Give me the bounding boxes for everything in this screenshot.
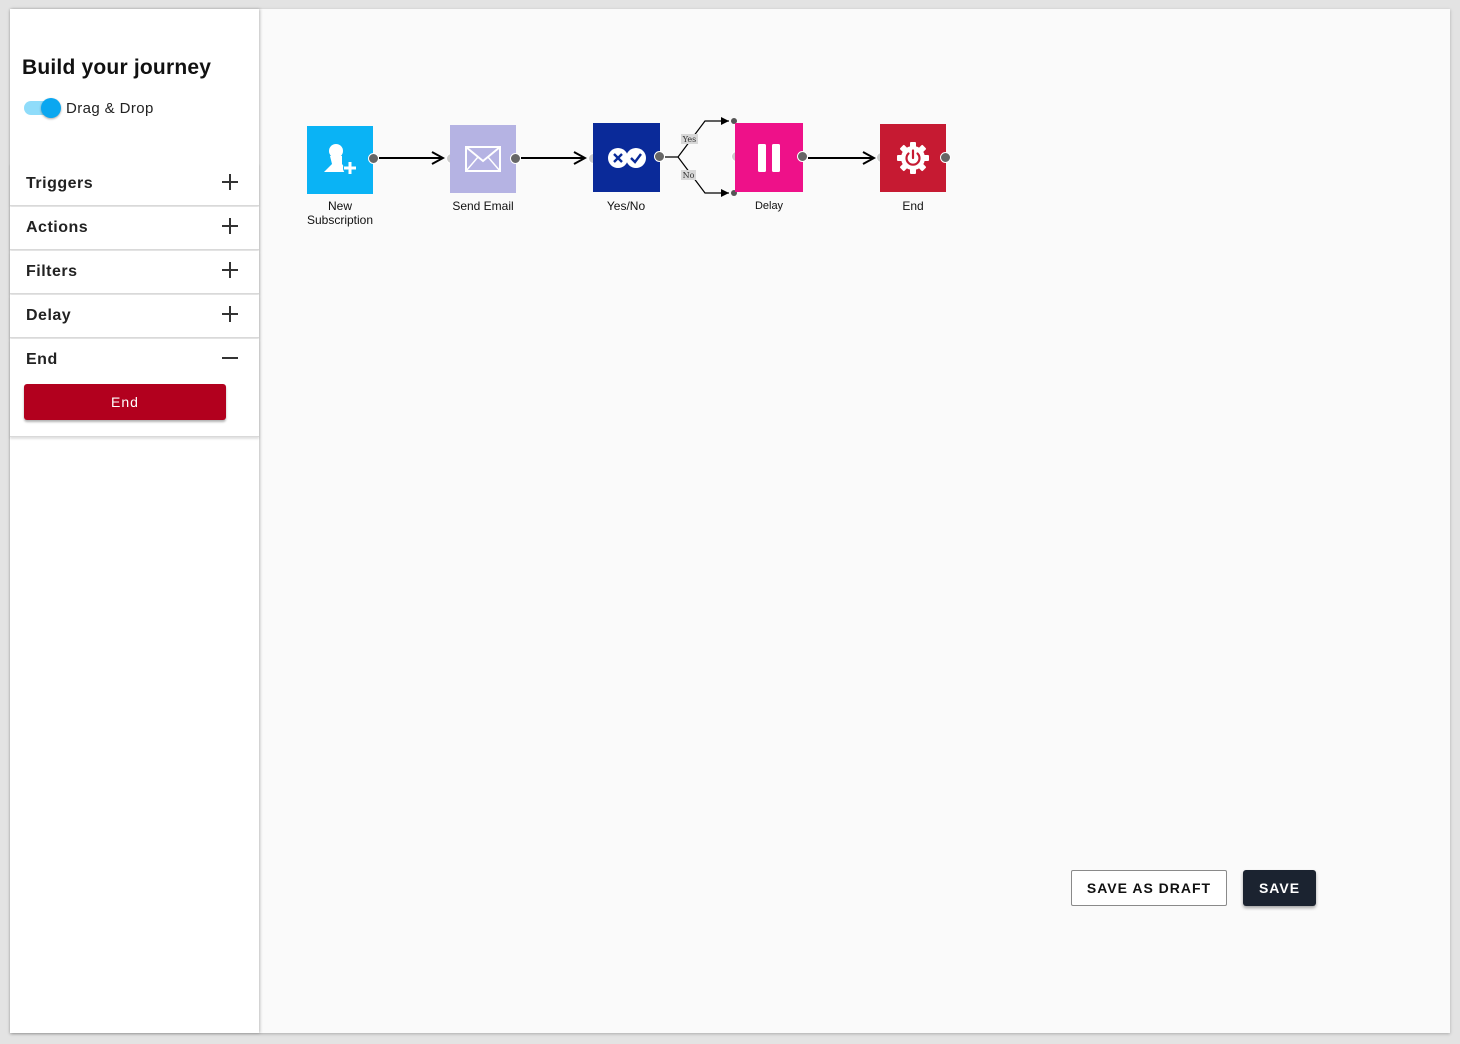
node-yes-no[interactable] <box>593 123 660 192</box>
user-add-icon <box>324 144 357 175</box>
node-delay[interactable] <box>735 123 803 192</box>
output-port[interactable] <box>940 152 951 163</box>
node-end[interactable] <box>880 124 946 192</box>
node-send-email[interactable] <box>450 125 516 193</box>
output-port[interactable] <box>368 153 379 164</box>
branch-no-label: No <box>683 171 695 180</box>
end-block-button[interactable]: End <box>24 384 226 420</box>
envelope-icon <box>465 146 501 172</box>
minus-icon[interactable] <box>221 349 239 367</box>
output-port[interactable] <box>654 151 665 162</box>
pause-icon <box>758 143 780 172</box>
node-label: New Subscription <box>297 199 383 227</box>
branch-yes-label: Yes <box>682 135 696 144</box>
accordion-end[interactable]: End End <box>10 339 259 437</box>
node-label-line: New <box>327 199 352 213</box>
node-label: Send Email <box>452 199 514 213</box>
node-new-subscription[interactable] <box>307 126 373 194</box>
node-label: Yes/No <box>606 199 646 213</box>
save-as-draft-button[interactable]: SAVE AS DRAFT <box>1071 870 1227 906</box>
node-label: Delay <box>754 200 784 212</box>
app-window: Build your journey Drag & Drop Triggers … <box>10 9 1450 1033</box>
output-port[interactable] <box>797 151 808 162</box>
accordion-label: End <box>26 351 58 368</box>
accordion-label: Delay <box>26 307 72 324</box>
power-gear-icon <box>897 142 929 174</box>
node-label: End <box>902 199 924 213</box>
node-label-line: Subscription <box>306 213 374 227</box>
save-button[interactable]: SAVE <box>1243 870 1316 906</box>
flow-canvas: Yes No <box>379 117 1450 197</box>
yes-no-icon <box>607 147 646 168</box>
output-port[interactable] <box>510 153 521 164</box>
